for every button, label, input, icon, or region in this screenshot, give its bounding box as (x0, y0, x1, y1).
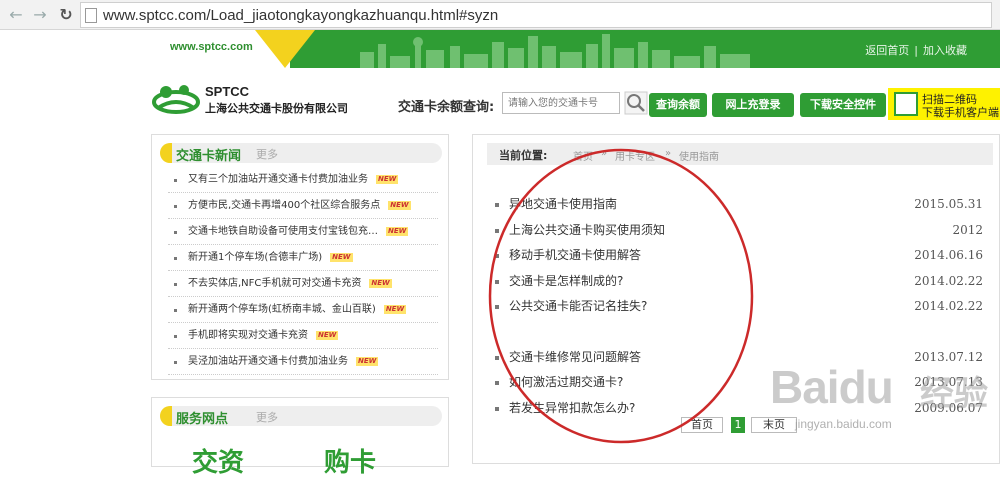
guide-title[interactable]: 如何激活过期交通卡? (509, 375, 623, 389)
breadcrumb-separator: » (601, 148, 608, 159)
guide-item[interactable]: 交通卡维修常见问题解答 2013.07.12 (493, 345, 983, 371)
service-more-link[interactable]: 更多 (256, 409, 278, 425)
news-panel-header: 交通卡新闻 更多 (160, 143, 442, 164)
guide-item[interactable]: 如何激活过期交通卡? 2013.07.13 (493, 370, 983, 396)
card-number-input[interactable] (502, 92, 620, 114)
news-item-text[interactable]: 交通卡地铁自助设备可使用支付宝钱包充… (188, 226, 378, 237)
guide-date: 2014.02.22 (914, 299, 983, 313)
service-recharge-entry[interactable]: 交资 (192, 442, 244, 479)
sptcc-logo-icon[interactable] (152, 82, 200, 116)
service-panel-header: 服务网点 更多 (160, 406, 442, 427)
address-bar[interactable]: www.sptcc.com/Load_jiaotongkayongkazhuan… (80, 2, 992, 28)
news-item[interactable]: 方便市民,交通卡再增400个社区综合服务点 NEW (168, 193, 438, 219)
pager-first-button[interactable]: 首页 (681, 417, 723, 433)
guide-item[interactable]: 移动手机交通卡使用解答 2014.06.16 (493, 243, 983, 269)
banner-domain: www.sptcc.com (170, 41, 253, 53)
breadcrumb-home[interactable]: 首页 (573, 148, 593, 163)
guide-item[interactable]: 上海公共交通卡购买使用须知 2012 (493, 218, 983, 244)
qr-code-icon (894, 92, 918, 116)
download-security-control-button[interactable]: 下载安全控件 (800, 93, 886, 117)
guide-item[interactable]: 公共交通卡能否记名挂失? 2014.02.22 (493, 294, 983, 320)
new-badge: NEW (369, 278, 392, 288)
guide-title[interactable]: 交通卡是怎样制成的? (509, 274, 623, 288)
banner-decoration (255, 30, 315, 68)
online-recharge-login-button[interactable]: 网上充登录 (712, 93, 794, 117)
logo-english: SPTCC (205, 84, 250, 99)
new-badge: NEW (316, 330, 339, 340)
forward-arrow-icon[interactable]: → (30, 5, 50, 25)
new-badge: NEW (330, 252, 353, 262)
guide-date: 2015.05.31 (914, 197, 983, 211)
guide-date: 2009.06.07 (914, 400, 983, 415)
news-item[interactable]: 手机即将实现对交通卡充资 NEW (168, 323, 438, 349)
guide-title[interactable]: 若发生异常扣款怎么办? (509, 401, 635, 415)
guide-date: 2013.07.13 (914, 375, 983, 389)
news-item-text[interactable]: 吴泾加油站开通交通卡付费加油业务 (188, 356, 348, 367)
header-dot-icon (160, 406, 172, 426)
breadcrumb-label: 当前位置: (499, 149, 548, 162)
guide-date: 2014.02.22 (914, 273, 983, 288)
new-badge: NEW (383, 304, 407, 314)
guide-item[interactable]: 异地交通卡使用指南 2015.05.31 (493, 192, 983, 218)
new-badge: NEW (386, 226, 409, 236)
guide-date: 2013.07.12 (914, 349, 983, 364)
guide-list: 异地交通卡使用指南 2015.05.31 上海公共交通卡购买使用须知 2012 移动… (493, 192, 983, 421)
app-download-promo[interactable]: 扫描二维码 下载手机客户端 (888, 88, 1000, 120)
breadcrumb-card-zone[interactable]: 用卡专区 (615, 148, 655, 163)
page-icon (85, 8, 97, 23)
service-title: 服务网点 (176, 412, 229, 427)
browser-toolbar: ← → ↻ www.sptcc.com/Load_jiaotongkayongk… (0, 0, 1000, 30)
guide-item[interactable]: 交通卡是怎样制成的? 2014.02.22 (493, 269, 983, 295)
breadcrumb-current: 使用指南 (679, 152, 719, 163)
news-list: 又有三个加油站开通交通卡付费加油业务 NEW 方便市民,交通卡再增400个社区综合… (168, 167, 438, 375)
news-item[interactable]: 新开通两个停车场(虹桥南丰城、金山百联) NEW (168, 297, 438, 323)
news-panel: 交通卡新闻 更多 又有三个加油站开通交通卡付费加油业务 NEW 方便市民,交通卡再… (151, 134, 449, 380)
favorite-link[interactable]: 加入收藏 (923, 44, 967, 57)
news-item[interactable]: 又有三个加油站开通交通卡付费加油业务 NEW (168, 167, 438, 193)
site-banner: www.sptcc.com 返回首页 | 加入收藏 (0, 30, 1000, 68)
query-balance-button[interactable]: 查询余额 (649, 93, 707, 117)
banner-links: 返回首页 | 加入收藏 (865, 44, 967, 57)
service-buy-card-entry[interactable]: 购卡 (324, 442, 376, 479)
guide-date: 2012 (952, 222, 983, 237)
new-badge: NEW (388, 200, 411, 210)
news-item-text[interactable]: 新开通两个停车场(虹桥南丰城、金山百联) (188, 304, 376, 315)
logo-chinese: 上海公共交通卡股份有限公司 (205, 102, 348, 115)
home-link[interactable]: 返回首页 (865, 44, 909, 57)
address-text[interactable]: www.sptcc.com/Load_jiaotongkayongkazhuan… (103, 7, 498, 24)
news-item-text[interactable]: 手机即将实现对交通卡充资 (188, 330, 308, 341)
news-item-text[interactable]: 又有三个加油站开通交通卡付费加油业务 (188, 174, 368, 185)
news-item-text[interactable]: 不去实体店,NFC手机就可对交通卡充资 (188, 278, 361, 289)
news-item[interactable]: 交通卡地铁自助设备可使用支付宝钱包充… NEW (168, 219, 438, 245)
guide-date: 2014.06.16 (914, 248, 983, 262)
guide-title[interactable]: 上海公共交通卡购买使用须知 (509, 223, 665, 237)
header-dot-icon (160, 143, 172, 163)
news-item-text[interactable]: 方便市民,交通卡再增400个社区综合服务点 (188, 200, 380, 211)
skyline-illustration (360, 34, 750, 68)
new-badge: NEW (376, 174, 399, 184)
guide-title[interactable]: 异地交通卡使用指南 (509, 197, 617, 211)
reload-icon[interactable]: ↻ (56, 5, 76, 25)
balance-query-label: 交通卡余额查询: (398, 100, 495, 115)
news-item[interactable]: 新开通1个停车场(合德丰广场) NEW (168, 245, 438, 271)
news-item[interactable]: 吴泾加油站开通交通卡付费加油业务 NEW (168, 349, 438, 375)
guide-title[interactable]: 移动手机交通卡使用解答 (509, 248, 641, 262)
news-more-link[interactable]: 更多 (256, 146, 278, 162)
guide-title[interactable]: 公共交通卡能否记名挂失? (509, 299, 647, 313)
news-title: 交通卡新闻 (176, 149, 242, 164)
magnifier-icon[interactable] (624, 91, 648, 115)
breadcrumb: 当前位置: 首页 » 用卡专区 » 使用指南 (487, 143, 993, 165)
news-item-text[interactable]: 新开通1个停车场(合德丰广场) (188, 252, 322, 263)
guide-title[interactable]: 交通卡维修常见问题解答 (509, 350, 641, 364)
guide-content-panel: 当前位置: 首页 » 用卡专区 » 使用指南 异地交通卡使用指南 2015.05.… (472, 134, 1000, 464)
news-item[interactable]: 不去实体店,NFC手机就可对交通卡充资 NEW (168, 271, 438, 297)
pager-page-1[interactable]: 1 (731, 417, 745, 433)
back-arrow-icon[interactable]: ← (6, 5, 26, 25)
pager-last-button[interactable]: 末页 (751, 417, 797, 433)
qr-line-2: 下载手机客户端 (922, 106, 999, 119)
breadcrumb-separator: » (665, 148, 672, 159)
new-badge: NEW (356, 356, 379, 366)
